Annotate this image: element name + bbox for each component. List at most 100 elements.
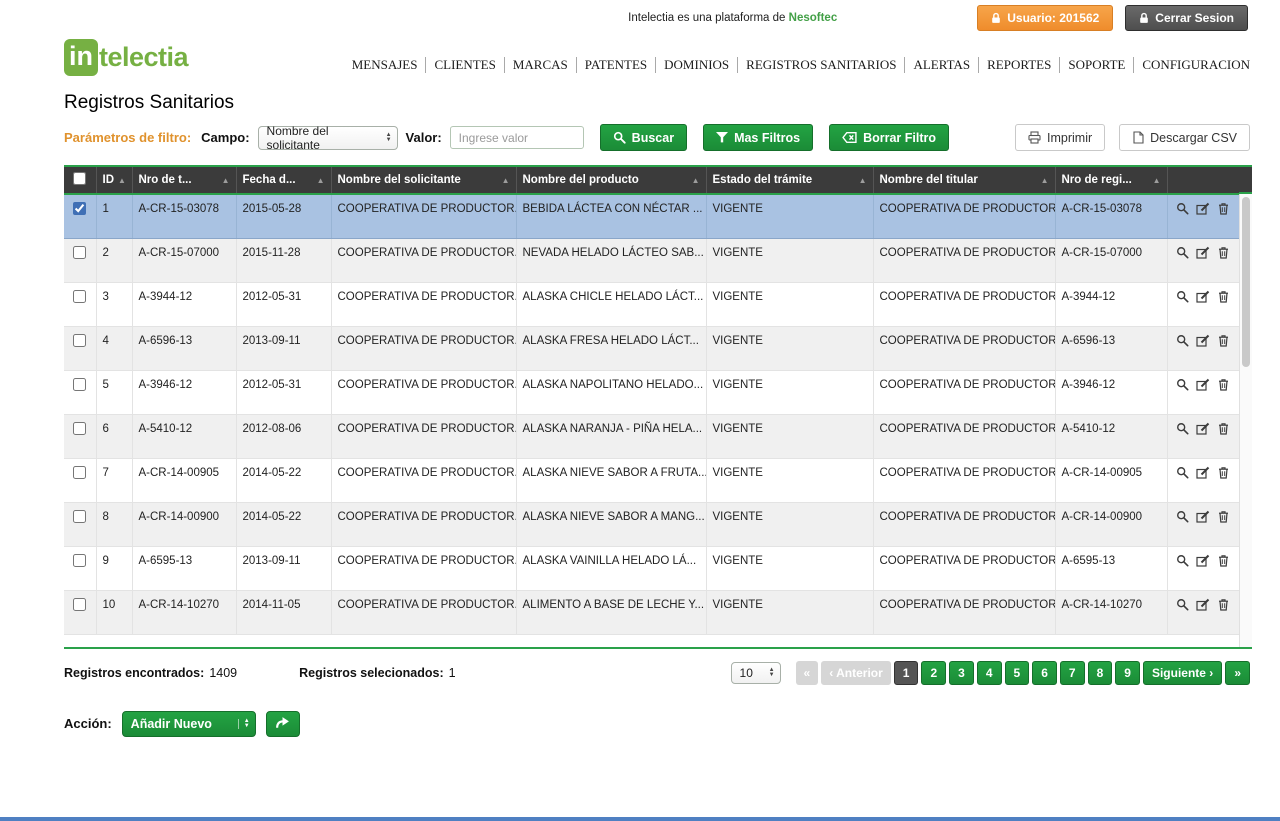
row-checkbox[interactable] xyxy=(73,246,86,259)
view-icon[interactable] xyxy=(1176,202,1189,218)
page-button-4[interactable]: 4 xyxy=(977,661,1002,685)
vertical-scrollbar-track[interactable] xyxy=(1239,194,1252,647)
view-icon[interactable] xyxy=(1176,598,1189,614)
table-row[interactable]: 8 A-CR-14-00900 2014-05-22 COOPERATIVA D… xyxy=(64,502,1239,546)
delete-icon[interactable] xyxy=(1217,378,1230,394)
page-size-select[interactable]: 10 ▲▼ xyxy=(731,662,781,684)
action-select[interactable]: Añadir Nuevo ▲▼ xyxy=(122,711,256,737)
page-button-5[interactable]: 5 xyxy=(1005,661,1030,685)
cell-producto: BEBIDA LÁCTEA CON NÉCTAR ... xyxy=(516,194,706,238)
action-go-button[interactable] xyxy=(266,711,300,737)
descargar-csv-button[interactable]: Descargar CSV xyxy=(1119,124,1250,151)
view-icon[interactable] xyxy=(1176,510,1189,526)
nav-item-reportes[interactable]: REPORTES xyxy=(978,57,1059,73)
table-row[interactable]: 4 A-6596-13 2013-09-11 COOPERATIVA DE PR… xyxy=(64,326,1239,370)
delete-icon[interactable] xyxy=(1217,422,1230,438)
table-row[interactable]: 1 A-CR-15-03078 2015-05-28 COOPERATIVA D… xyxy=(64,194,1239,238)
nav-item-alertas[interactable]: ALERTAS xyxy=(904,57,978,73)
nav-item-patentes[interactable]: PATENTES xyxy=(576,57,655,73)
row-checkbox[interactable] xyxy=(73,290,86,303)
column-header-solicitante[interactable]: Nombre del solicitante▲ xyxy=(331,167,516,194)
row-checkbox[interactable] xyxy=(73,466,86,479)
page-button-9[interactable]: 9 xyxy=(1115,661,1140,685)
edit-icon[interactable] xyxy=(1196,246,1210,262)
table-row[interactable]: 3 A-3944-12 2012-05-31 COOPERATIVA DE PR… xyxy=(64,282,1239,326)
page-button-2[interactable]: 2 xyxy=(921,661,946,685)
column-header-fecha[interactable]: Fecha d...▲ xyxy=(236,167,331,194)
borrar-filtro-button[interactable]: Borrar Filtro xyxy=(829,124,949,151)
table-row[interactable]: 7 A-CR-14-00905 2014-05-22 COOPERATIVA D… xyxy=(64,458,1239,502)
nav-item-registros-sanitarios[interactable]: REGISTROS SANITARIOS xyxy=(737,57,904,73)
row-checkbox[interactable] xyxy=(73,554,86,567)
view-icon[interactable] xyxy=(1176,290,1189,306)
edit-icon[interactable] xyxy=(1196,510,1210,526)
edit-icon[interactable] xyxy=(1196,422,1210,438)
page-button-7[interactable]: 7 xyxy=(1060,661,1085,685)
column-header-nro-registro[interactable]: Nro de regi...▲ xyxy=(1055,167,1167,194)
table-row[interactable]: 9 A-6595-13 2013-09-11 COOPERATIVA DE PR… xyxy=(64,546,1239,590)
buscar-button[interactable]: Buscar xyxy=(600,124,687,151)
edit-icon[interactable] xyxy=(1196,466,1210,482)
delete-icon[interactable] xyxy=(1217,202,1230,218)
edit-icon[interactable] xyxy=(1196,378,1210,394)
page-button-1[interactable]: 1 xyxy=(894,661,919,685)
imprimir-button[interactable]: Imprimir xyxy=(1015,124,1105,151)
select-all-checkbox[interactable] xyxy=(73,172,86,185)
row-checkbox[interactable] xyxy=(73,334,86,347)
edit-icon[interactable] xyxy=(1196,598,1210,614)
column-header-titular[interactable]: Nombre del titular▲ xyxy=(873,167,1055,194)
nav-item-configuracion[interactable]: CONFIGURACION xyxy=(1133,57,1250,73)
edit-icon[interactable] xyxy=(1196,290,1210,306)
campo-select[interactable]: Nombre del solicitante ▲▼ xyxy=(258,126,398,150)
page-button-3[interactable]: 3 xyxy=(949,661,974,685)
table-row[interactable]: 5 A-3946-12 2012-05-31 COOPERATIVA DE PR… xyxy=(64,370,1239,414)
row-checkbox[interactable] xyxy=(73,202,86,215)
pager-first-button[interactable]: « xyxy=(796,661,819,685)
view-icon[interactable] xyxy=(1176,246,1189,262)
delete-icon[interactable] xyxy=(1217,246,1230,262)
view-icon[interactable] xyxy=(1176,554,1189,570)
view-icon[interactable] xyxy=(1176,422,1189,438)
nav-item-marcas[interactable]: MARCAS xyxy=(504,57,576,73)
pager-prev-button[interactable]: ‹ Anterior xyxy=(821,661,891,685)
nav-item-dominios[interactable]: DOMINIOS xyxy=(655,57,737,73)
column-header-nro-tramite[interactable]: Nro de t...▲ xyxy=(132,167,236,194)
delete-icon[interactable] xyxy=(1217,466,1230,482)
nav-item-soporte[interactable]: SOPORTE xyxy=(1059,57,1133,73)
view-icon[interactable] xyxy=(1176,334,1189,350)
view-icon[interactable] xyxy=(1176,378,1189,394)
column-header-producto[interactable]: Nombre del producto▲ xyxy=(516,167,706,194)
nav-item-mensajes[interactable]: MENSAJES xyxy=(344,57,426,73)
pager-next-button[interactable]: Siguiente › xyxy=(1143,661,1222,685)
edit-icon[interactable] xyxy=(1196,202,1210,218)
row-checkbox[interactable] xyxy=(73,378,86,391)
table-row[interactable]: 10 A-CR-14-10270 2014-11-05 COOPERATIVA … xyxy=(64,590,1239,634)
delete-icon[interactable] xyxy=(1217,510,1230,526)
row-checkbox[interactable] xyxy=(73,510,86,523)
table-row[interactable]: 2 A-CR-15-07000 2015-11-28 COOPERATIVA D… xyxy=(64,238,1239,282)
edit-icon[interactable] xyxy=(1196,554,1210,570)
view-icon[interactable] xyxy=(1176,466,1189,482)
column-header-estado[interactable]: Estado del trámite▲ xyxy=(706,167,873,194)
row-checkbox[interactable] xyxy=(73,422,86,435)
logout-button[interactable]: Cerrar Sesion xyxy=(1125,5,1248,31)
delete-icon[interactable] xyxy=(1217,598,1230,614)
column-header-id[interactable]: ID▲ xyxy=(96,167,132,194)
delete-icon[interactable] xyxy=(1217,334,1230,350)
nav-item-clientes[interactable]: CLIENTES xyxy=(425,57,503,73)
user-button[interactable]: Usuario: 201562 xyxy=(977,5,1113,31)
edit-icon[interactable] xyxy=(1196,334,1210,350)
row-checkbox[interactable] xyxy=(73,598,86,611)
mas-filtros-button[interactable]: Mas Filtros xyxy=(703,124,813,151)
vertical-scrollbar[interactable] xyxy=(1239,167,1252,647)
horizontal-scrollbar-track[interactable] xyxy=(64,635,1239,647)
page-button-8[interactable]: 8 xyxy=(1088,661,1113,685)
delete-icon[interactable] xyxy=(1217,290,1230,306)
valor-input[interactable] xyxy=(450,126,584,149)
delete-icon[interactable] xyxy=(1217,554,1230,570)
page-button-6[interactable]: 6 xyxy=(1032,661,1057,685)
vertical-scrollbar-thumb[interactable] xyxy=(1242,197,1250,367)
pager-last-button[interactable]: » xyxy=(1225,661,1250,685)
table-row[interactable]: 6 A-5410-12 2012-08-06 COOPERATIVA DE PR… xyxy=(64,414,1239,458)
logo[interactable]: in telectia xyxy=(64,39,188,76)
